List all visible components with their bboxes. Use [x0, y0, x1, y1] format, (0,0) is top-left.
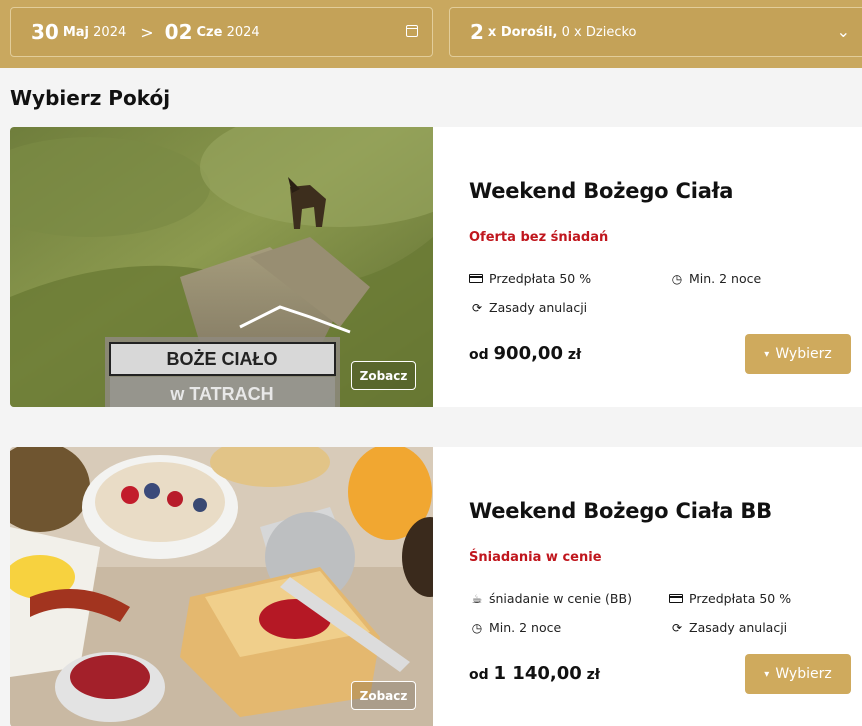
min-nights-feature: ◷ Min. 2 noce: [469, 620, 561, 635]
select-room-button[interactable]: ▾ Wybierz: [745, 654, 851, 694]
checkin-day: 30: [31, 20, 59, 44]
chevron-down-icon: ▾: [764, 348, 770, 360]
room-photo-breakfast[interactable]: Zobacz: [10, 447, 433, 726]
credit-card-icon: [669, 594, 683, 603]
search-bar: 30 Maj 2024 > 02 Cze 2024 2 x Dorośli, 0…: [0, 0, 862, 68]
room-card: Zobacz Weekend Bożego Ciała BB Śniadania…: [10, 447, 862, 726]
date-separator-icon: >: [140, 22, 154, 42]
room-price: od 1 140,00 zł: [469, 663, 600, 684]
guests-selector[interactable]: 2 x Dorośli, 0 x Dziecko ⌄: [449, 7, 862, 57]
chevron-down-icon[interactable]: ⌄: [837, 22, 850, 41]
coffee-cup-icon: ☕: [471, 591, 483, 606]
price-amount: 1 140,00: [493, 663, 582, 684]
checkout-month: Cze: [196, 24, 223, 40]
offer-label: Oferta bez śniadań: [469, 230, 609, 245]
children-label: 0 x Dziecko: [561, 24, 637, 40]
room-info: Weekend Bożego Ciała Oferta bez śniadań …: [433, 127, 862, 407]
offer-label: Śniadania w cenie: [469, 550, 602, 565]
checkout-year: 2024: [226, 24, 260, 40]
adults-label: x Dorośli,: [487, 24, 558, 40]
select-room-button[interactable]: ▾ Wybierz: [745, 334, 851, 374]
refresh-icon: ⟳: [471, 300, 483, 315]
cancellation-policy-link[interactable]: ⟳ Zasady anulacji: [669, 620, 787, 635]
checkin-year: 2024: [93, 24, 127, 40]
room-card: BOŻE CIAŁO w TATRACH Zobacz Weekend Boże…: [10, 127, 862, 407]
room-photo-mountain[interactable]: BOŻE CIAŁO w TATRACH Zobacz: [10, 127, 433, 407]
chevron-down-icon: ▾: [764, 668, 770, 680]
prepayment-feature: Przedpłata 50 %: [469, 271, 591, 286]
date-range-picker[interactable]: 30 Maj 2024 > 02 Cze 2024: [10, 7, 433, 57]
breakfast-feature: ☕ śniadanie w cenie (BB): [469, 591, 632, 606]
price-amount: 900,00: [493, 343, 563, 364]
page-title: Wybierz Pokój: [10, 86, 171, 110]
calendar-icon[interactable]: [406, 25, 418, 37]
currency: zł: [586, 667, 600, 683]
room-name: Weekend Bożego Ciała BB: [469, 499, 772, 523]
min-nights-feature: ◷ Min. 2 noce: [669, 271, 761, 286]
room-price: od 900,00 zł: [469, 343, 582, 364]
photo-caption-line1: BOŻE CIAŁO: [167, 349, 278, 369]
checkout-day: 02: [164, 20, 193, 44]
cancellation-policy-link[interactable]: ⟳ Zasady anulacji: [469, 300, 587, 315]
checkin-month: Maj: [62, 24, 90, 40]
adults-count: 2: [470, 20, 484, 44]
credit-card-icon: [469, 274, 483, 283]
refresh-icon: ⟳: [671, 620, 683, 635]
clock-icon: ◷: [471, 620, 483, 635]
currency: zł: [567, 347, 582, 363]
view-photos-button[interactable]: Zobacz: [351, 361, 416, 390]
room-info: Weekend Bożego Ciała BB Śniadania w ceni…: [433, 447, 862, 726]
prepayment-feature: Przedpłata 50 %: [669, 591, 791, 606]
clock-icon: ◷: [671, 271, 683, 286]
room-name: Weekend Bożego Ciała: [469, 179, 734, 203]
view-photos-button[interactable]: Zobacz: [351, 681, 416, 710]
photo-caption-line2: w TATRACH: [169, 384, 273, 404]
